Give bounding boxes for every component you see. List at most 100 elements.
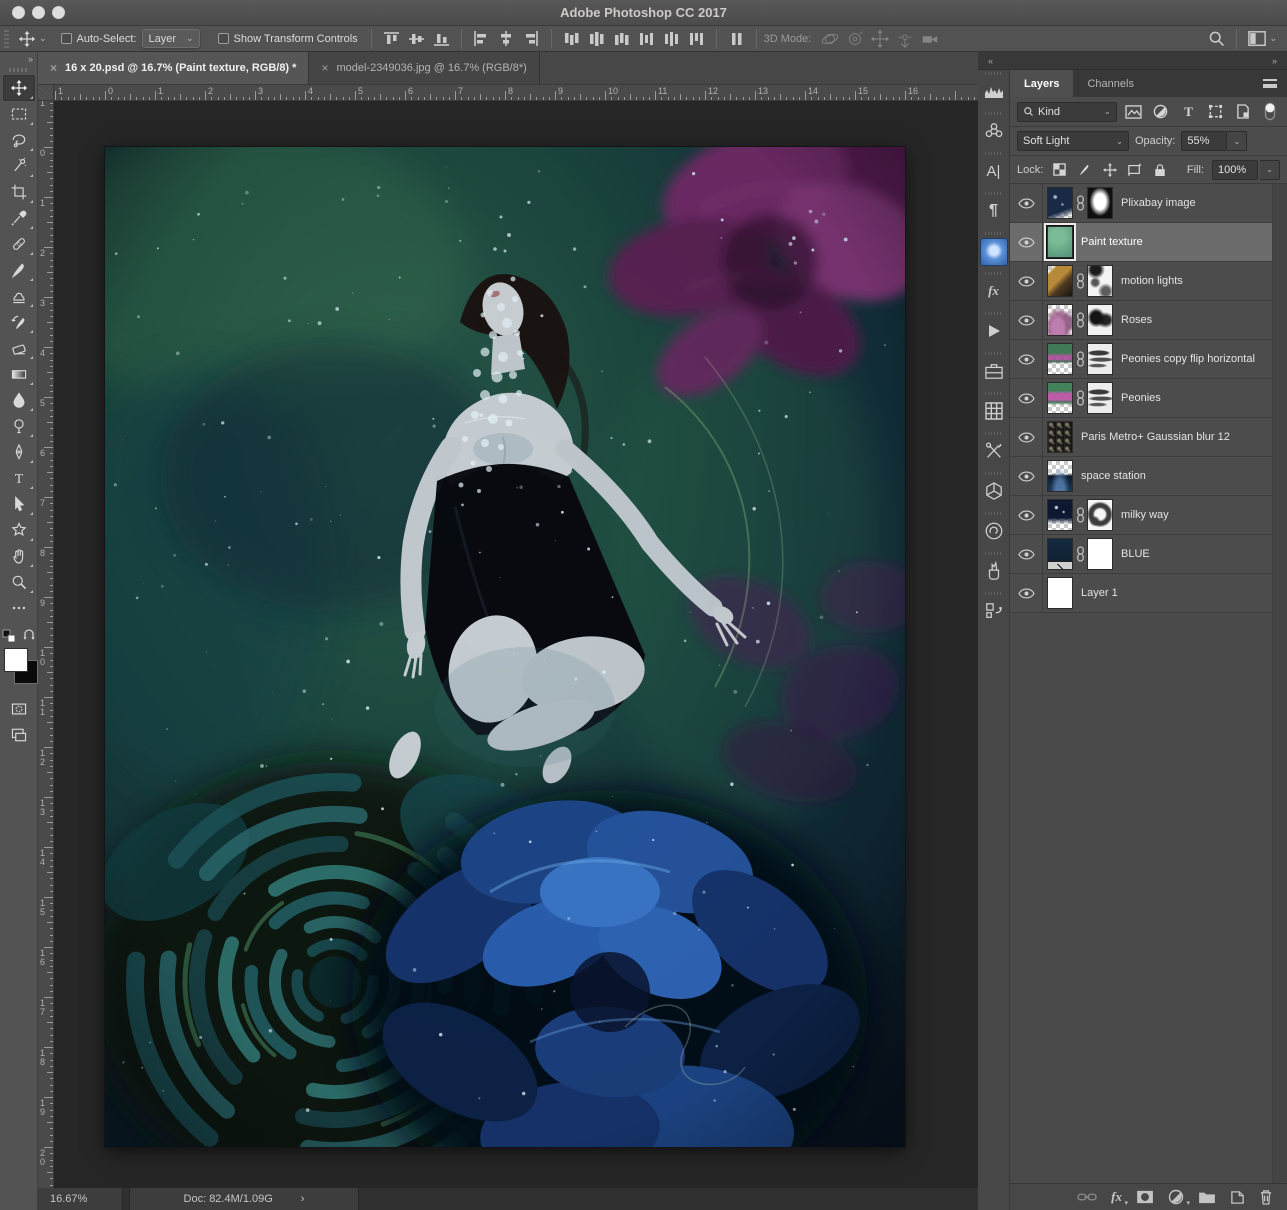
layer-thumbnail[interactable] [1047, 187, 1073, 219]
layer-row-body[interactable]: Plixabay image [1043, 184, 1272, 222]
foreground-color-swatch[interactable] [4, 648, 28, 672]
3d-roll-icon[interactable] [842, 28, 867, 50]
filter-type-layers-icon[interactable]: T [1178, 102, 1198, 122]
align-right-edges-button[interactable] [519, 28, 544, 50]
lasso-tool[interactable] [3, 127, 35, 153]
layer-name[interactable]: space station [1081, 470, 1146, 482]
3d-panel-icon[interactable] [978, 470, 1010, 510]
auto-select-checkbox[interactable] [61, 33, 72, 44]
layer-visibility-toggle[interactable] [1010, 262, 1043, 300]
distribute-horizontal-centers-button[interactable] [659, 28, 684, 50]
layer-thumbnail[interactable] [1047, 343, 1073, 375]
titlebar[interactable]: Adobe Photoshop CC 2017 [0, 0, 1287, 26]
zoom-level-field[interactable]: 16.67% [38, 1188, 123, 1210]
align-left-edges-button[interactable] [469, 28, 494, 50]
align-horizontal-centers-button[interactable] [494, 28, 519, 50]
swatches-panel-icon[interactable] [978, 390, 1010, 430]
screen-mode-button[interactable] [3, 722, 35, 748]
dock-collapse-button[interactable]: « [988, 56, 993, 66]
align-vertical-centers-button[interactable] [404, 28, 429, 50]
filter-smart-objects-icon[interactable] [1233, 102, 1253, 122]
mask-link-icon[interactable] [1073, 351, 1087, 367]
default-colors-icon[interactable] [2, 629, 16, 646]
eraser-tool[interactable] [3, 335, 35, 361]
document-sizes-field[interactable]: Doc: 82.4M/1.09G › [129, 1188, 359, 1210]
paragraph-panel-icon[interactable]: ¶ [978, 190, 1010, 230]
layer-row[interactable]: Layer 1 [1010, 574, 1272, 613]
lock-all-icon[interactable] [1151, 160, 1168, 180]
layer-visibility-toggle[interactable] [1010, 418, 1043, 456]
layer-name[interactable]: motion lights [1121, 275, 1183, 287]
layer-thumbnail[interactable] [1047, 226, 1073, 258]
distribute-vertical-centers-button[interactable] [584, 28, 609, 50]
layer-mask-thumbnail[interactable] [1087, 343, 1113, 375]
layer-visibility-toggle[interactable] [1010, 223, 1043, 261]
layer-visibility-toggle[interactable] [1010, 535, 1043, 573]
align-top-edges-button[interactable] [379, 28, 404, 50]
layer-thumbnail[interactable] [1047, 460, 1073, 492]
mask-link-icon[interactable] [1073, 195, 1087, 211]
workspace-switcher-icon[interactable] [1244, 28, 1269, 50]
layer-name[interactable]: Paint texture [1081, 236, 1143, 248]
dodge-tool[interactable] [3, 413, 35, 439]
layer-mask-thumbnail[interactable] [1087, 499, 1113, 531]
close-tab-icon[interactable]: × [321, 61, 328, 75]
type-tool[interactable]: T [3, 465, 35, 491]
layer-thumbnail[interactable] [1047, 421, 1073, 453]
actions-panel-icon[interactable] [978, 310, 1010, 350]
layer-row-body[interactable]: Roses [1043, 301, 1272, 339]
gradient-tool[interactable] [3, 361, 35, 387]
canvas-viewport[interactable] [54, 101, 978, 1188]
layer-row-body[interactable]: BLUE [1043, 535, 1272, 573]
vertical-ruler[interactable]: 101234567891011121314151617181920 [38, 101, 54, 1188]
edit-toolbar-button[interactable] [3, 595, 35, 621]
quick-selection-tool[interactable] [3, 153, 35, 179]
3d-pan-icon[interactable] [867, 28, 892, 50]
layer-row-body[interactable]: motion lights [1043, 262, 1272, 300]
layer-name[interactable]: Paris Metro+ Gaussian blur 12 [1081, 431, 1230, 443]
new-layer-button[interactable] [1230, 1187, 1245, 1207]
layer-row[interactable]: motion lights [1010, 262, 1272, 301]
distribute-top-edges-button[interactable] [559, 28, 584, 50]
layer-visibility-toggle[interactable] [1010, 184, 1043, 222]
layer-mask-thumbnail[interactable] [1087, 538, 1113, 570]
layer-name[interactable]: milky way [1121, 509, 1169, 521]
mask-link-icon[interactable] [1073, 273, 1087, 289]
new-adjustment-layer-button[interactable]: ▾ [1168, 1187, 1184, 1207]
mask-link-icon[interactable] [1073, 312, 1087, 328]
fill-field[interactable]: 100% [1212, 160, 1258, 180]
layers-scrollbar-gutter[interactable] [1272, 184, 1287, 1183]
brush-tool[interactable] [3, 257, 35, 283]
opacity-chevron[interactable]: ⌄ [1227, 131, 1247, 151]
layer-row[interactable]: Peonies [1010, 379, 1272, 418]
hand-tool[interactable] [3, 543, 35, 569]
tools-grip[interactable] [9, 68, 29, 72]
tools-extras-panel-icon[interactable] [978, 430, 1010, 470]
color-swatches[interactable] [2, 648, 36, 690]
layer-row[interactable]: Plixabay image [1010, 184, 1272, 223]
lock-pixels-icon[interactable] [1076, 160, 1093, 180]
layer-visibility-toggle[interactable] [1010, 574, 1043, 612]
workspace-chevron[interactable]: ⌄ [1269, 33, 1277, 44]
delete-layer-button[interactable] [1259, 1187, 1273, 1207]
layer-name[interactable]: Peonies copy flip horizontal [1121, 353, 1255, 365]
layer-thumbnail[interactable] [1047, 265, 1073, 297]
document-tab-active[interactable]: × 16 x 20.psd @ 16.7% (Paint texture, RG… [38, 52, 309, 84]
new-group-button[interactable] [1198, 1187, 1216, 1207]
options-grip[interactable] [4, 30, 9, 48]
move-tool-preset-icon[interactable] [15, 28, 39, 50]
clone-stamp-tool[interactable] [3, 283, 35, 309]
lock-artboard-icon[interactable] [1126, 160, 1143, 180]
layer-row[interactable]: Paris Metro+ Gaussian blur 12 [1010, 418, 1272, 457]
lock-position-icon[interactable] [1101, 160, 1118, 180]
swap-colors-icon[interactable] [22, 629, 36, 646]
search-icon[interactable] [1204, 28, 1229, 50]
creative-cloud-panel-icon[interactable] [978, 510, 1010, 550]
layer-row-body[interactable]: Layer 1 [1043, 574, 1272, 612]
layer-name[interactable]: Peonies [1121, 392, 1161, 404]
add-layer-mask-button[interactable] [1136, 1187, 1154, 1207]
filter-pixel-layers-icon[interactable] [1124, 102, 1144, 122]
crop-tool[interactable] [3, 179, 35, 205]
panel-menu-icon[interactable] [1263, 70, 1287, 97]
filter-shape-layers-icon[interactable] [1205, 102, 1225, 122]
